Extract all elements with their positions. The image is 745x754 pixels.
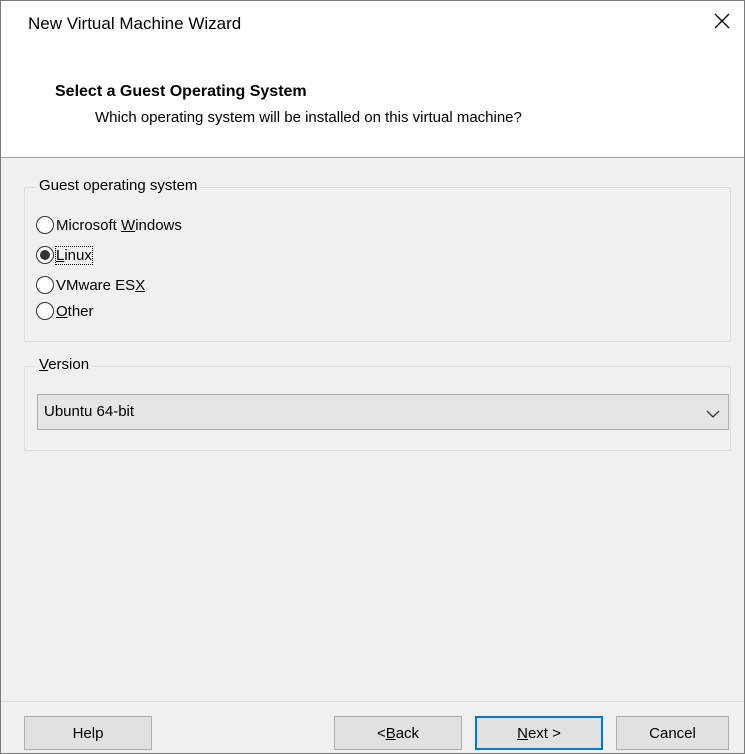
cancel-button[interactable]: Cancel [616,716,729,750]
close-button[interactable] [704,5,740,41]
next-button[interactable]: Next > [475,716,603,750]
radio-label-esx: VMware ESX [56,276,146,294]
radio-linux[interactable]: Linux [36,244,93,266]
guest-os-group [24,187,731,342]
radio-button[interactable] [36,302,54,320]
close-icon [714,13,730,33]
window-title: New Virtual Machine Wizard [28,14,242,33]
page-subtitle: Which operating system will be installed… [95,109,522,126]
radio-label-windows: Microsoft Windows [56,216,182,234]
radio-label-linux: Linux [55,245,93,265]
radio-vmware-esx[interactable]: VMware ESX [36,274,145,296]
wizard-header: Select a Guest Operating System Which op… [1,51,744,158]
radio-other[interactable]: Other [36,300,94,322]
guest-os-group-label: Guest operating system [36,177,201,194]
back-button[interactable]: < Back [334,716,462,750]
title-bar: New Virtual Machine Wizard [1,1,744,51]
version-dropdown[interactable]: Ubuntu 64-bit [37,394,729,430]
radio-button[interactable] [36,216,54,234]
version-group-label: Version [36,356,93,373]
footer-divider [1,701,744,702]
radio-microsoft-windows[interactable]: Microsoft Windows [36,214,182,236]
help-button[interactable]: Help [24,716,152,750]
page-title: Select a Guest Operating System [55,83,307,100]
radio-button-selected[interactable] [36,246,54,264]
chevron-down-icon [706,406,720,423]
version-selected-value: Ubuntu 64-bit [44,403,135,420]
radio-button[interactable] [36,276,54,294]
wizard-window: New Virtual Machine Wizard Select a Gues… [0,0,745,754]
radio-label-other: Other [56,302,94,320]
